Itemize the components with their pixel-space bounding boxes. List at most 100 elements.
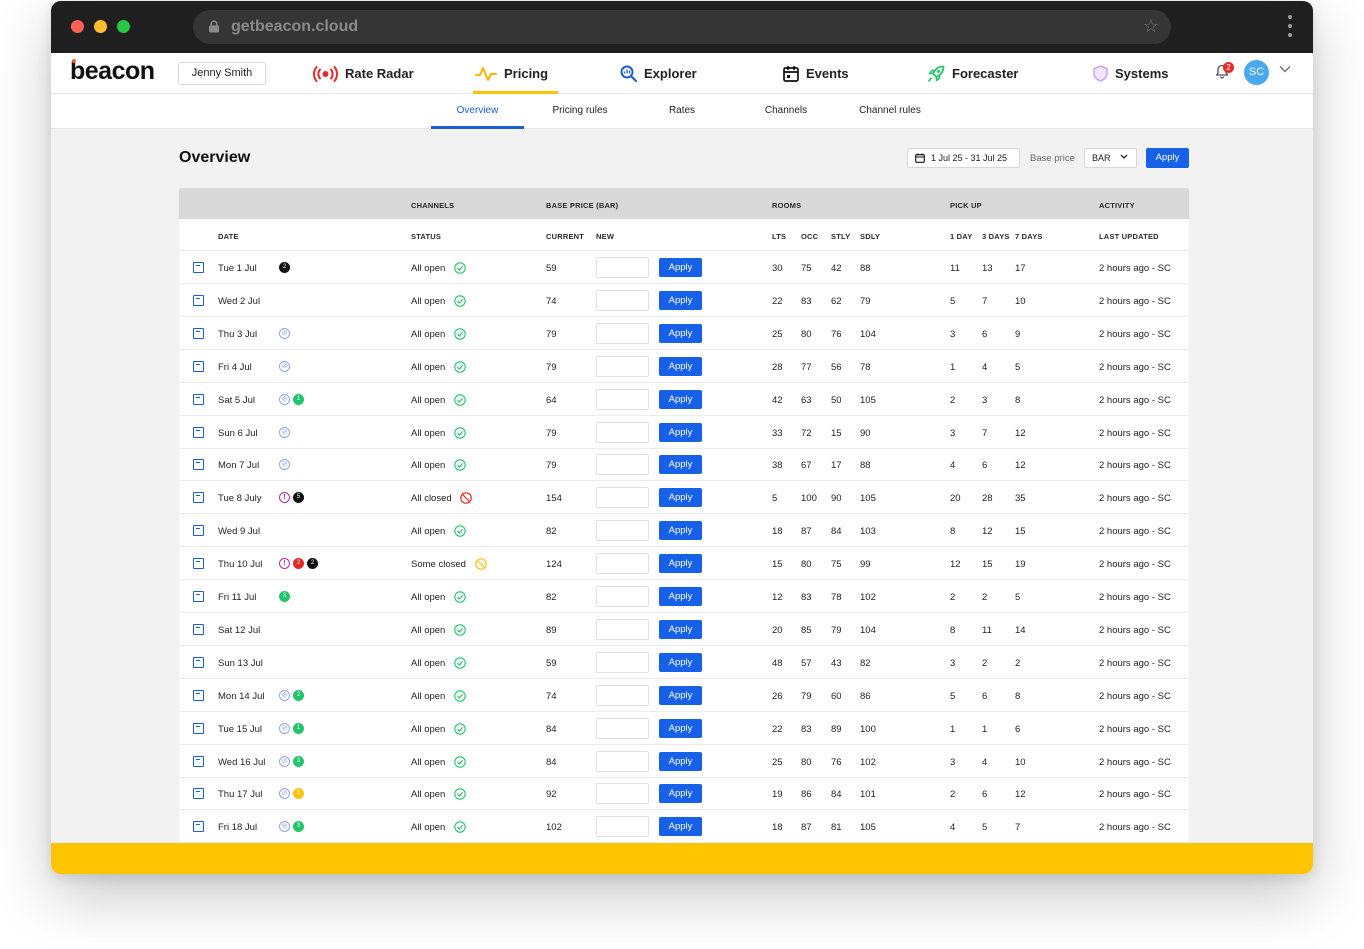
restriction-icon[interactable]: ⊘ xyxy=(279,360,290,372)
new-price-input[interactable] xyxy=(596,454,649,476)
new-price-input[interactable] xyxy=(596,421,649,443)
new-price-input[interactable] xyxy=(596,487,649,509)
column-header-lts[interactable]: LTS xyxy=(772,232,786,241)
new-price-input[interactable] xyxy=(596,783,649,805)
base-price-select[interactable]: BAR xyxy=(1084,148,1137,168)
maximize-window-button[interactable] xyxy=(117,20,130,33)
dark-count-badge[interactable]: 2 xyxy=(307,558,318,570)
column-header-3-days[interactable]: 3 DAYS xyxy=(982,232,1010,241)
minimize-window-button[interactable] xyxy=(94,20,107,33)
date-detail-icon[interactable] xyxy=(193,525,204,537)
apply-row-button[interactable]: Apply xyxy=(659,619,702,639)
dark-count-badge[interactable]: 2 xyxy=(279,262,290,273)
new-price-input[interactable] xyxy=(596,586,649,607)
apply-row-button[interactable]: Apply xyxy=(659,290,702,310)
date-detail-icon[interactable] xyxy=(193,393,204,405)
date-detail-icon[interactable] xyxy=(193,492,204,504)
date-detail-icon[interactable] xyxy=(193,558,204,570)
apply-row-button[interactable]: Apply xyxy=(659,521,702,541)
column-header-last-updated[interactable]: LAST UPDATED xyxy=(1099,232,1159,241)
date-detail-icon[interactable] xyxy=(193,327,204,339)
apply-row-button[interactable]: Apply xyxy=(659,389,702,409)
address-bar[interactable]: getbeacon.cloud ☆ xyxy=(193,10,1171,44)
restriction-icon[interactable]: ⊘ xyxy=(279,393,290,405)
chevron-down-icon[interactable] xyxy=(1279,65,1291,73)
column-header-current[interactable]: CURRENT xyxy=(546,232,584,241)
column-header-stly[interactable]: STLY xyxy=(831,232,850,241)
restriction-icon[interactable]: ⊘ xyxy=(279,327,290,339)
apply-row-button[interactable]: Apply xyxy=(659,685,702,705)
tab-rates[interactable]: Rates xyxy=(656,94,708,129)
date-detail-icon[interactable] xyxy=(193,360,204,372)
tab-pricing-rules[interactable]: Pricing rules xyxy=(541,94,619,129)
column-header-sdly[interactable]: SDLY xyxy=(860,232,880,241)
restriction-icon[interactable]: ⊘ xyxy=(279,821,290,833)
date-detail-icon[interactable] xyxy=(193,656,204,668)
alert-icon[interactable]: ! xyxy=(279,558,290,570)
tab-channels[interactable]: Channels xyxy=(756,94,816,129)
table-row[interactable]: Thu 3 Jul All open 79 25 80 76 104 3 6 9 2 hours a… xyxy=(179,317,1189,350)
apply-row-button[interactable]: Apply xyxy=(659,488,702,508)
new-price-input[interactable] xyxy=(596,553,649,575)
new-price-input[interactable] xyxy=(596,388,649,410)
table-row[interactable]: Sun 13 Jul All open 59 48 57 43 82 3 2 2 2 hours a… xyxy=(179,646,1189,679)
new-price-input[interactable] xyxy=(596,257,649,278)
column-header-7-days[interactable]: 7 DAYS xyxy=(1015,232,1043,241)
table-row[interactable]: Fri 11 Jul All open 82 12 83 78 102 2 2 5 2 hours … xyxy=(179,580,1189,613)
green-count-badge[interactable]: 3 xyxy=(293,755,304,767)
table-row[interactable]: Sun 6 Jul All open 79 33 72 15 90 3 7 12 2 hours a… xyxy=(179,416,1189,449)
new-price-input[interactable] xyxy=(596,684,649,706)
apply-row-button[interactable]: Apply xyxy=(659,784,702,804)
date-detail-icon[interactable] xyxy=(193,294,204,306)
table-row[interactable]: Sat 5 Jul All open 64 42 63 50 105 2 3 8 2 hours a… xyxy=(179,383,1189,416)
date-detail-icon[interactable] xyxy=(193,591,204,602)
apply-row-button[interactable]: Apply xyxy=(659,422,702,442)
nav-explorer[interactable]: Explorer xyxy=(620,53,697,94)
new-price-input[interactable] xyxy=(596,651,649,673)
green-count-badge[interactable]: 1 xyxy=(293,722,304,734)
green-count-badge[interactable]: 3 xyxy=(279,591,290,602)
table-row[interactable]: Tue 8 July All closed 154 5 100 90 105 20 28 35 2 … xyxy=(179,481,1189,515)
nav-pricing[interactable]: Pricing xyxy=(472,53,559,94)
apply-row-button[interactable]: Apply xyxy=(659,323,702,343)
column-header-new[interactable]: NEW xyxy=(596,232,614,241)
new-price-input[interactable] xyxy=(596,322,649,344)
table-row[interactable]: Wed 9 Jul All open 82 18 87 84 103 8 12 15 2 hours… xyxy=(179,514,1189,548)
table-row[interactable]: Fri 18 Jul All open 102 18 87 81 105 4 5 7 2 hours… xyxy=(179,810,1189,843)
avatar[interactable]: SC xyxy=(1244,60,1269,85)
column-header-1-day[interactable]: 1 DAY xyxy=(950,232,972,241)
date-detail-icon[interactable] xyxy=(193,459,204,471)
dark-count-badge[interactable]: 5 xyxy=(293,492,304,504)
apply-row-button[interactable]: Apply xyxy=(659,652,702,672)
date-detail-icon[interactable] xyxy=(193,689,204,701)
apply-row-button[interactable]: Apply xyxy=(659,554,702,574)
apply-base-price-button[interactable]: Apply xyxy=(1146,148,1189,168)
table-row[interactable]: Tue 15 Jul All open 84 22 83 89 100 1 1 6 2 hours … xyxy=(179,712,1189,745)
green-count-badge[interactable]: 1 xyxy=(293,393,304,405)
column-header-date[interactable]: DATE xyxy=(218,232,239,241)
new-price-input[interactable] xyxy=(596,355,649,377)
yellow-count-badge[interactable]: 1 xyxy=(293,788,304,800)
column-header-occ[interactable]: OCC xyxy=(801,232,818,241)
beacon-logo[interactable]: beacon xyxy=(70,57,155,86)
table-row[interactable]: Mon 7 Jul All open 79 38 67 17 88 4 6 12 2 hours a… xyxy=(179,448,1189,482)
green-count-badge[interactable]: 2 xyxy=(293,689,304,701)
table-row[interactable]: Sat 12 Jul All open 89 20 85 79 104 8 11 14 2 hour… xyxy=(179,613,1189,646)
date-detail-icon[interactable] xyxy=(193,722,204,734)
apply-row-button[interactable]: Apply xyxy=(659,455,702,475)
restriction-icon[interactable]: ⊘ xyxy=(279,689,290,701)
browser-menu-icon[interactable] xyxy=(1288,15,1292,42)
table-row[interactable]: Thu 17 Jul All open 92 19 86 84 101 2 6 12 2 hours… xyxy=(179,777,1189,811)
nav-rate-radar[interactable]: Rate Radar xyxy=(313,53,414,94)
new-price-input[interactable] xyxy=(596,750,649,772)
date-detail-icon[interactable] xyxy=(193,755,204,767)
bookmark-star-icon[interactable]: ☆ xyxy=(1143,16,1159,37)
apply-row-button[interactable]: Apply xyxy=(659,751,702,771)
nav-events[interactable]: Events xyxy=(783,53,849,94)
restriction-icon[interactable]: ⊘ xyxy=(279,788,290,800)
restriction-icon[interactable]: ⊘ xyxy=(279,426,290,438)
date-detail-icon[interactable] xyxy=(193,821,204,833)
green-count-badge[interactable]: 3 xyxy=(293,821,304,833)
table-row[interactable]: Tue 1 Jul All open 59 30 75 42 88 11 13 17 2 hours… xyxy=(179,251,1189,284)
apply-row-button[interactable]: Apply xyxy=(659,587,702,606)
